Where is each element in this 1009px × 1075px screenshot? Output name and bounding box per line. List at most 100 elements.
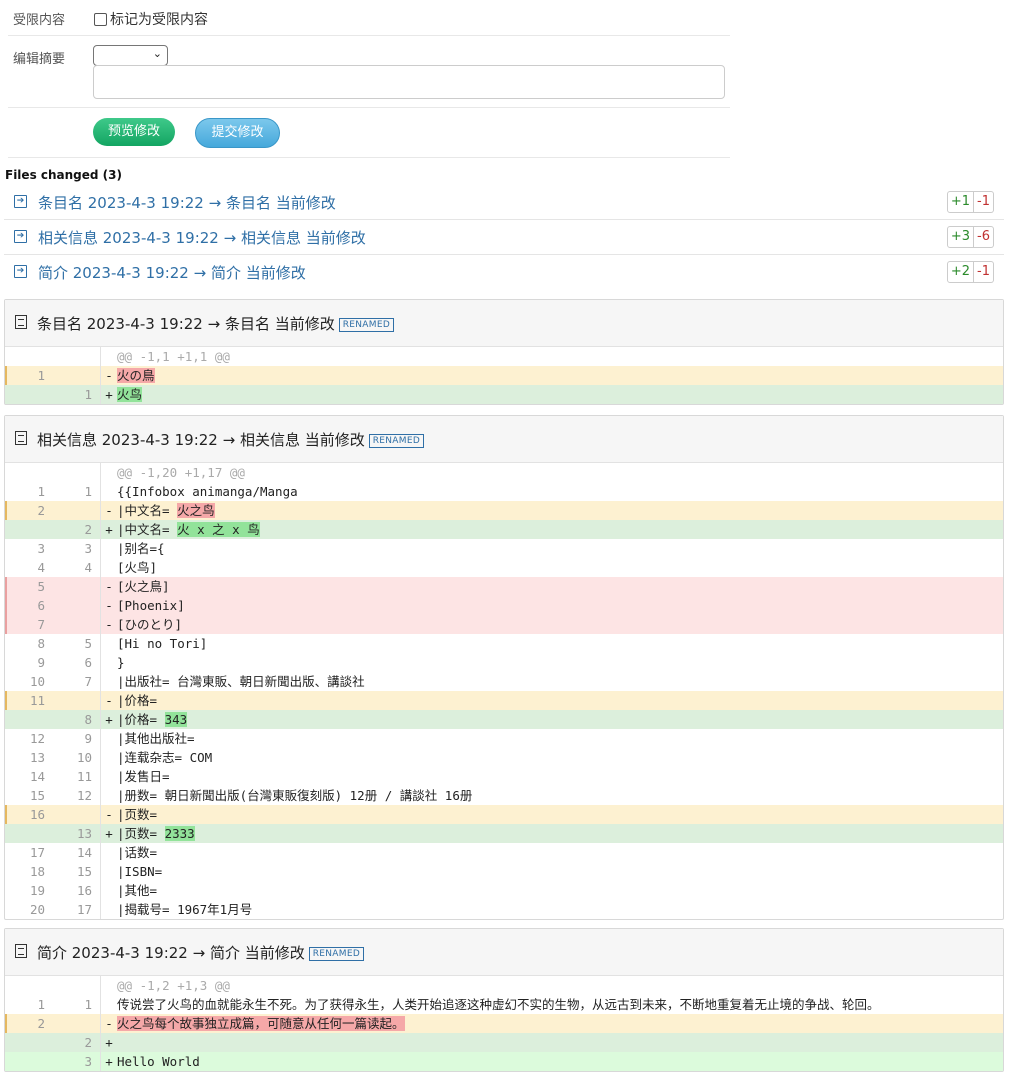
diff-stats: +1 -1 [946,191,994,213]
hunk-header: @@ -1,1 +1,1 @@ [5,347,1003,366]
diff-text: [火之鳥] [117,579,170,594]
diff-text-prefix: |中文名= [117,522,178,537]
new-line-number [53,976,101,995]
old-line-number: 10 [29,674,45,689]
diff-text: 火鸟 [117,385,1003,404]
diff-sign [101,900,117,919]
diff-line: 14 11 |发售日= [5,767,1003,786]
diff-line: 11 - |价格= [5,691,1003,710]
files-changed-item[interactable]: ➔ 简介 2023-4-3 19:22 → 简介 当前修改 +2 -1 [4,255,1004,289]
diff-sign [101,463,117,482]
diff-line: 18 15 |ISBN= [5,862,1003,881]
new-line-number: 3 [53,539,101,558]
new-line-number: 16 [53,881,101,900]
diff-stats: +3 -6 [946,226,994,248]
diff-text: |其他出版社= [117,731,195,746]
old-line-number: 2 [5,501,53,520]
hunk-header: @@ -1,2 +1,3 @@ [5,976,1003,995]
summary-label: 编辑摘要 [13,52,66,67]
deletions-badge: -1 [974,191,994,213]
diff-sign: + [105,826,113,841]
new-line-number: 14 [53,843,101,862]
restricted-checkbox[interactable]: 标记为受限内容 [94,9,208,29]
files-changed-list: ➔ 条目名 2023-4-3 19:22 → 条目名 当前修改 +1 -1 ➔ … [4,185,1004,289]
files-changed-item[interactable]: ➔ 相关信息 2023-4-3 19:22 → 相关信息 当前修改 +3 -6 [4,220,1004,255]
diff-body: @@ -1,1 +1,1 @@ 1- 火の鳥 1 + 火鸟 [5,347,1003,404]
diff-text: |册数= 朝日新聞出版(台灣東販復刻版) 12册 / 講談社 16册 [117,788,473,803]
new-line-number [53,577,101,596]
diff-line: 19 16 |其他= [5,881,1003,900]
additions-badge: +2 [946,261,975,283]
new-line-number: 2 [53,520,101,539]
diff-panel: 条目名 2023-4-3 19:22 → 条目名 当前修改 RENAMED @@ … [4,299,1004,405]
old-line-number [5,1052,53,1071]
diff-text: |揭载号= 1967年1月号 [117,902,253,917]
diff-text: @@ -1,1 +1,1 @@ [117,349,230,364]
old-line-number: 17 [29,845,45,860]
old-line-number [5,1033,53,1052]
new-line-number [53,615,101,634]
old-line-number: 14 [29,769,45,784]
summary-input[interactable] [93,65,725,99]
files-changed-item[interactable]: ➔ 条目名 2023-4-3 19:22 → 条目名 当前修改 +1 -1 [4,185,1004,220]
diff-line: 4 4 [火鸟] [5,558,1003,577]
new-line-number: 9 [53,729,101,748]
diff-text: @@ -1,20 +1,17 @@ [117,465,245,480]
diff-text: |话数= [117,845,158,860]
summary-select[interactable]: ⌄ [93,45,168,66]
diff-title: 相关信息 2023-4-3 19:22 → 相关信息 当前修改 RENAMED [37,429,425,450]
diff-line: 1 + 火鸟 [5,385,1003,404]
new-line-number: 12 [53,786,101,805]
files-changed-link[interactable]: 简介 2023-4-3 19:22 → 简介 当前修改 [38,262,306,283]
diff-sign: + [105,712,113,727]
diff-sign: + [105,1035,113,1050]
new-line-number: 1 [53,385,101,404]
diff-sign: - [105,579,113,594]
diff-line: 8 + |价格= 343 [5,710,1003,729]
diff-sign [101,558,117,577]
edit-form: 受限内容 标记为受限内容 编辑摘要 ⌄ 预览修改 提交修改 [8,0,730,158]
renamed-badge: RENAMED [338,318,395,332]
old-line-number [5,385,53,404]
diff-body: @@ -1,20 +1,17 @@ 1 1 {{Infobox animanga/Ma… [5,463,1003,919]
diff-body: @@ -1,2 +1,3 @@ 1 1 传说尝了火鸟的血就能永生不死。为了获得永生，人… [5,976,1003,1071]
diff-highlight: 火之鸟每个故事独立成篇，可随意从任何一篇读起。 [117,1016,405,1031]
diff-line: 7 - [ひのとり] [5,615,1003,634]
files-changed-link[interactable]: 条目名 2023-4-3 19:22 → 条目名 当前修改 [38,192,336,213]
new-line-number: 2 [53,1033,101,1052]
old-line-number: 2 [5,1014,53,1033]
diff-text: |别名={ [117,541,165,556]
diff-line: 12 9 |其他出版社= [5,729,1003,748]
files-changed-link[interactable]: 相关信息 2023-4-3 19:22 → 相关信息 当前修改 [38,227,366,248]
diff-line: 20 17 |揭载号= 1967年1月号 [5,900,1003,919]
new-line-number: 1 [53,995,101,1014]
diff-sign [101,539,117,558]
preview-button[interactable]: 预览修改 [93,118,175,146]
old-line-number: 11 [5,691,53,710]
diff-sign: - [105,503,113,518]
diff-sign: - [105,368,113,383]
diff-text: 火之鸟每个故事独立成篇，可随意从任何一篇读起。 [117,1014,1003,1033]
old-line-number: 5 [5,577,53,596]
diff-sign: + [105,1054,113,1069]
diff-sign [101,995,117,1014]
diff-line: 9 6} [5,653,1003,672]
new-line-number: 1 [53,482,101,501]
diff-text: |发售日= [117,769,170,784]
diff-text: |出版社= 台灣東販、朝日新聞出版、講談社 [117,674,365,689]
diff-sign [101,482,117,501]
diff-line: 13 10 |连载杂志= COM [5,748,1003,767]
jump-icon: ➔ [14,265,27,278]
diff-highlight: 火之鸟 [177,503,215,518]
new-line-number: 3 [53,1052,101,1071]
old-line-number: 1 [5,366,53,385]
restricted-checkbox-label[interactable]: 标记为受限内容 [110,9,208,29]
diff-line: 1 1 传说尝了火鸟的血就能永生不死。为了获得永生，人类开始追逐这种虚幻不实的生物，… [5,995,1003,1014]
old-line-number: 1 [37,484,45,499]
old-line-number: 15 [29,788,45,803]
checkbox-box[interactable] [94,12,107,26]
diff-text-prefix: |价格= [117,693,158,708]
submit-button[interactable]: 提交修改 [195,118,280,148]
diff-highlight: 343 [164,712,188,727]
old-line-number: 19 [29,883,45,898]
